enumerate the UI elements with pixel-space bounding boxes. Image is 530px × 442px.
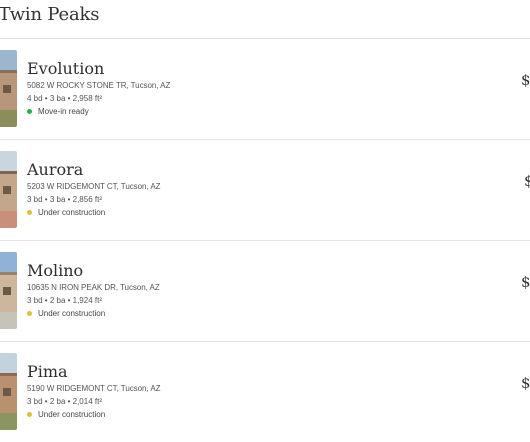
listing-price: $ <box>521 273 530 291</box>
listing-address: 5190 W RIDGEMONT CT, Tucson, AZ <box>27 384 161 393</box>
listing-specs: 3 bd • 3 ba • 2,856 ft² <box>27 195 102 204</box>
plan-name[interactable]: Aurora <box>27 160 83 179</box>
listing-address: 5203 W RIDGEMONT CT, Tucson, AZ <box>27 182 161 191</box>
listing-address: 10635 N IRON PEAK DR, Tucson, AZ <box>27 283 160 292</box>
listing-price: $ <box>521 71 530 89</box>
listing-card-pima[interactable]: Pima 5190 W RIDGEMONT CT, Tucson, AZ 3 b… <box>0 342 530 442</box>
home-thumbnail[interactable] <box>0 252 17 329</box>
listing-card-molino[interactable]: Molino 10635 N IRON PEAK DR, Tucson, AZ … <box>0 241 530 342</box>
page-title: t Twin Peaks <box>0 4 100 25</box>
status-badge: Move-in ready <box>27 107 89 116</box>
status-badge: Under construction <box>27 309 105 318</box>
status-badge: Under construction <box>27 208 105 217</box>
plan-name[interactable]: Pima <box>27 362 68 381</box>
status-dot-icon <box>27 210 32 215</box>
listing-card-aurora[interactable]: Aurora 5203 W RIDGEMONT CT, Tucson, AZ 3… <box>0 140 530 241</box>
status-label: Move-in ready <box>38 107 89 116</box>
status-badge: Under construction <box>27 410 105 419</box>
status-label: Under construction <box>38 309 106 318</box>
listing-price: $ <box>521 374 530 392</box>
listing-card-evolution[interactable]: Evolution 5082 W ROCKY STONE TR, Tucson,… <box>0 39 530 140</box>
listing-address: 5082 W ROCKY STONE TR, Tucson, AZ <box>27 81 171 90</box>
home-thumbnail[interactable] <box>0 353 17 430</box>
status-dot-icon <box>27 311 32 316</box>
status-dot-icon <box>27 412 32 417</box>
listing-specs: 4 bd • 3 ba • 2,958 ft² <box>27 94 102 103</box>
status-label: Under construction <box>38 208 106 217</box>
listing-specs: 3 bd • 2 ba • 1,924 ft² <box>27 296 102 305</box>
home-thumbnail[interactable] <box>0 151 17 228</box>
listing-price: $ <box>524 172 530 190</box>
home-thumbnail[interactable] <box>0 50 17 127</box>
plan-name[interactable]: Evolution <box>27 59 104 78</box>
page-header: t Twin Peaks <box>0 0 530 39</box>
plan-name[interactable]: Molino <box>27 261 83 280</box>
listing-specs: 3 bd • 2 ba • 2,014 ft² <box>27 397 102 406</box>
status-label: Under construction <box>38 410 106 419</box>
status-dot-icon <box>27 109 32 114</box>
